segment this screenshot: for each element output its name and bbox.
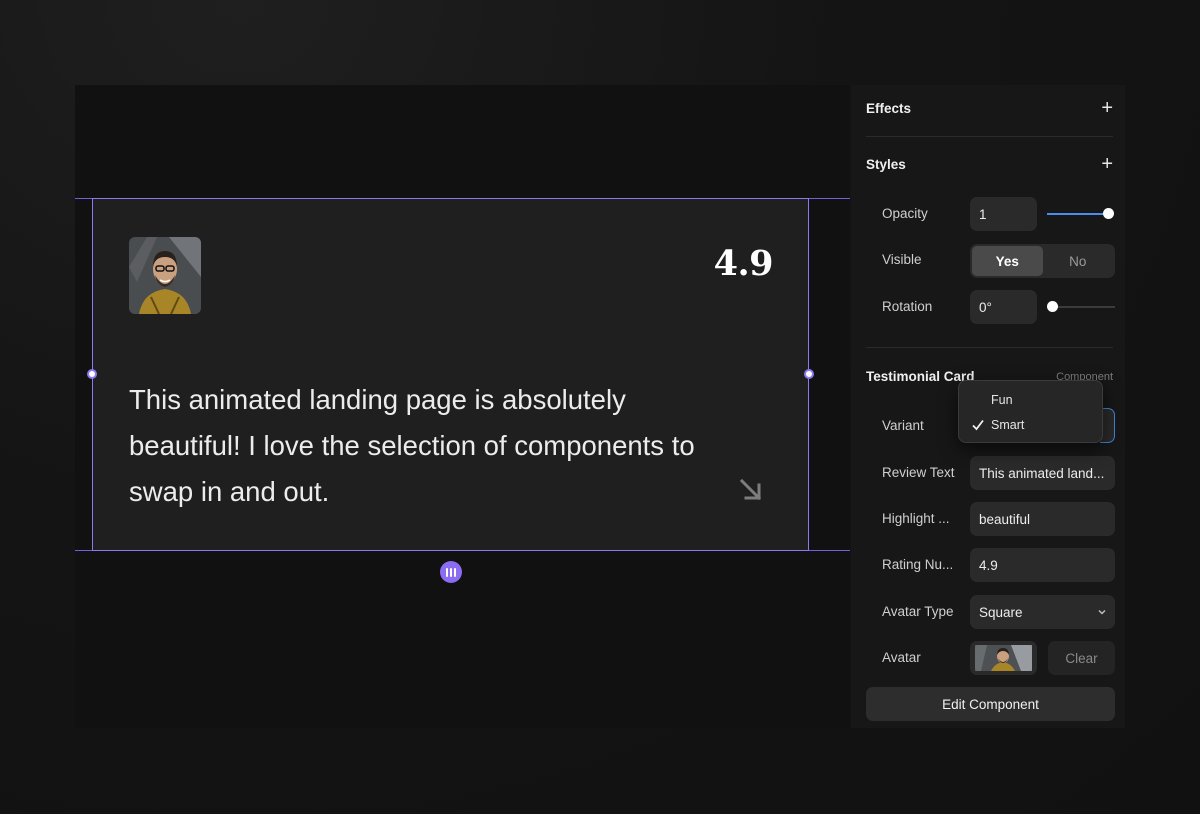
avatar-thumbnail [975,645,1032,671]
chevron-down-icon [1098,609,1106,615]
review-text: This animated landing page is absolutely… [129,384,695,507]
resize-handle-left[interactable] [87,369,97,379]
arrow-down-right-icon [739,478,762,501]
styles-title: Styles [866,156,906,172]
styles-section-header: Styles + [866,154,1113,174]
variant-option-smart[interactable]: Smart [991,418,1024,432]
avatar-type-value: Square [979,604,1023,620]
rotation-label: Rotation [882,299,933,314]
variant-label: Variant [882,418,924,433]
avatar-image-picker[interactable] [970,641,1037,675]
visible-yes-option[interactable]: Yes [972,246,1043,276]
opacity-label: Opacity [882,206,928,221]
visible-label: Visible [882,252,922,267]
check-icon [972,419,984,431]
rotation-input[interactable]: 0° [970,290,1037,324]
resize-handle-right[interactable] [804,369,814,379]
edit-component-button[interactable]: Edit Component [866,687,1115,721]
review-text-input[interactable]: This animated land... [970,456,1115,490]
opacity-slider-track[interactable] [1047,213,1109,215]
design-canvas[interactable]: 4.9 This animated landing page is absolu… [75,85,850,728]
highlight-value: beautiful [979,511,1031,527]
rating-number-value: 4.9 [979,557,998,573]
testimonial-card[interactable]: 4.9 This animated landing page is absolu… [87,198,814,551]
opacity-value: 1 [979,206,987,222]
rating-number-label: Rating Nu... [882,557,954,572]
avatar-type-select[interactable]: Square [970,595,1115,629]
avatar-image [129,237,201,314]
opacity-slider-knob[interactable] [1103,208,1114,219]
rotation-slider-knob[interactable] [1047,301,1058,312]
rating-number-input[interactable]: 4.9 [970,548,1115,582]
add-effect-button[interactable]: + [1101,98,1113,118]
avatar-type-label: Avatar Type [882,604,954,619]
variant-dropdown-menu: Fun Smart [958,380,1103,443]
opacity-input[interactable]: 1 [970,197,1037,231]
effects-section-header: Effects + [866,98,1113,118]
effects-title: Effects [866,100,912,116]
review-text-label: Review Text [882,465,955,480]
add-style-button[interactable]: + [1101,154,1113,174]
component-title: Testimonial Card [866,368,975,384]
divider [866,347,1113,348]
rotation-value: 0° [979,299,992,315]
highlight-input[interactable]: beautiful [970,502,1115,536]
visible-no-option[interactable]: No [1043,246,1114,276]
avatar-label: Avatar [882,650,921,665]
highlight-label: Highlight ... [882,511,950,526]
drag-handle[interactable] [440,561,462,583]
divider [866,136,1113,137]
clear-avatar-button[interactable]: Clear [1048,641,1115,675]
review-text-value: This animated land... [979,465,1105,481]
rating-number: 4.9 [713,243,774,284]
visible-toggle[interactable]: Yes No [970,244,1115,278]
variant-option-fun[interactable]: Fun [991,393,1013,407]
